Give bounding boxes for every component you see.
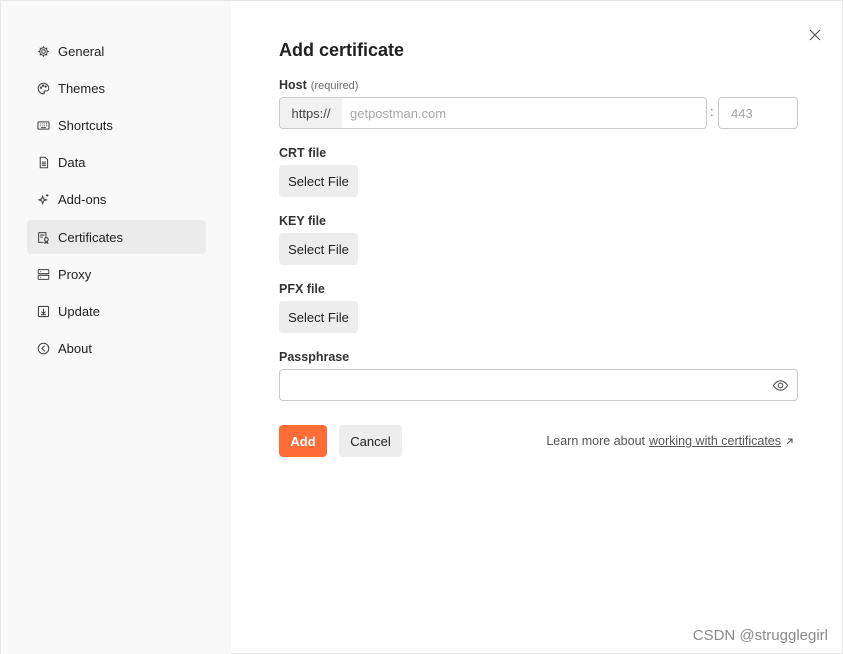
sidebar-item-about[interactable]: About [27,331,206,365]
crt-select-file-button[interactable]: Select File [279,165,358,197]
cancel-button[interactable]: Cancel [339,425,402,457]
passphrase-input[interactable] [280,370,760,400]
passphrase-label: Passphrase [279,350,350,364]
gear-icon [37,45,50,58]
close-icon [809,29,821,41]
sidebar-item-general[interactable]: General [27,34,206,68]
port-separator: : [710,104,714,119]
database-icon [37,156,50,169]
palette-icon [37,82,50,95]
settings-window: General Themes Shortcuts Data Add-ons Ce… [0,0,843,654]
certificate-icon [37,231,50,244]
sidebar-item-update[interactable]: Update [27,294,206,328]
add-button[interactable]: Add [279,425,327,457]
sidebar-item-data[interactable]: Data [27,145,206,179]
server-icon [37,268,50,281]
sidebar-item-label: Add-ons [58,191,107,207]
host-label: Host (required) [279,78,358,92]
sidebar-item-label: Themes [58,80,105,96]
sidebar-item-proxy[interactable]: Proxy [27,257,206,291]
sidebar-item-add-ons[interactable]: Add-ons [27,182,206,216]
key-select-file-button[interactable]: Select File [279,233,358,265]
watermark: CSDN @strugglegirl [692,627,828,644]
host-input[interactable] [342,98,706,128]
host-required-hint: (required) [310,80,359,92]
settings-sidebar: General Themes Shortcuts Data Add-ons Ce… [1,1,231,654]
close-button[interactable] [806,26,824,44]
sidebar-item-label: Data [58,154,86,170]
sidebar-item-label: Proxy [58,266,92,282]
sidebar-item-label: Certificates [58,229,124,245]
eye-icon[interactable] [771,377,789,393]
download-icon [37,305,50,318]
port-input[interactable] [718,97,798,129]
sparkle-icon [37,193,50,206]
sidebar-item-label: General [58,43,105,59]
key-file-label: KEY file [279,214,327,228]
protocol-prefix: https:// [280,98,342,128]
learn-more-text: Learn more about working with certificat… [546,434,794,448]
pfx-select-file-button[interactable]: Select File [279,301,358,333]
sidebar-item-label: Update [58,303,100,319]
sidebar-item-label: Shortcuts [58,117,113,133]
sidebar-item-label: About [58,340,92,356]
external-link-icon [785,437,794,446]
pfx-file-label: PFX file [279,282,325,296]
learn-more-prefix: Learn more about [546,434,645,448]
host-label-text: Host [279,78,307,92]
host-field-group: https:// [279,97,707,129]
keyboard-icon [37,119,50,132]
sidebar-item-certificates[interactable]: Certificates [27,220,206,254]
sidebar-item-themes[interactable]: Themes [27,71,206,105]
certificates-docs-link[interactable]: working with certificates [649,434,781,448]
info-circle-icon [37,342,50,355]
sidebar-item-shortcuts[interactable]: Shortcuts [27,108,206,142]
crt-file-label: CRT file [279,146,327,160]
page-title: Add certificate [279,40,405,60]
passphrase-field [279,369,798,401]
